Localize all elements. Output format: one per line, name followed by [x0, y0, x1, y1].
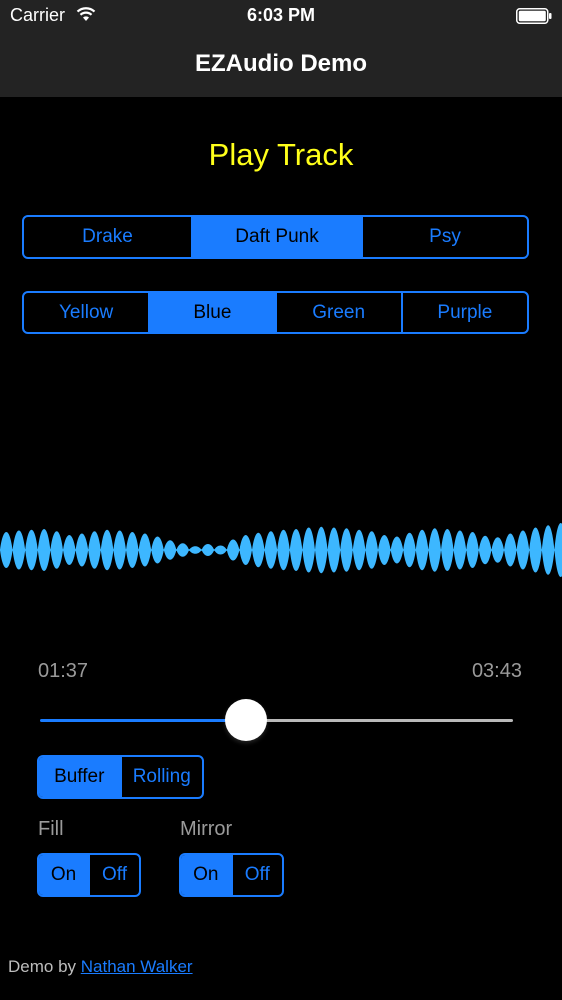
playback-position-slider[interactable] — [40, 698, 513, 742]
fill-option-off[interactable]: Off — [88, 855, 139, 895]
fill-label: Fill — [38, 818, 64, 840]
fill-option-on[interactable]: On — [39, 855, 88, 895]
segment-psy[interactable]: Psy — [361, 217, 527, 257]
slider-track-remaining — [245, 719, 513, 722]
status-bar: Carrier 6:03 PM — [0, 0, 562, 32]
credits: Demo by Nathan Walker — [8, 957, 193, 977]
author-link[interactable]: Nathan Walker — [81, 957, 193, 976]
slider-track-filled — [40, 719, 246, 722]
credits-prefix: Demo by — [8, 957, 81, 976]
segment-buffer[interactable]: Buffer — [39, 757, 120, 797]
segment-yellow[interactable]: Yellow — [24, 293, 148, 332]
battery-icon — [516, 8, 552, 24]
segment-drake[interactable]: Drake — [24, 217, 191, 257]
clock: 6:03 PM — [246, 5, 316, 25]
play-track-button[interactable]: Play Track — [0, 137, 562, 173]
segment-green[interactable]: Green — [274, 293, 401, 332]
segment-daft-punk[interactable]: Daft Punk — [191, 217, 361, 257]
slider-thumb[interactable] — [224, 699, 267, 741]
segment-rolling[interactable]: Rolling — [119, 757, 203, 797]
current-time: 01:37 — [38, 660, 89, 682]
segment-purple[interactable]: Purple — [400, 293, 527, 332]
total-time: 03:43 — [471, 660, 522, 682]
segment-blue[interactable]: Blue — [148, 293, 275, 332]
color-selector: Yellow Blue Green Purple — [22, 291, 529, 334]
mirror-toggle: On Off — [179, 853, 284, 897]
plot-type-selector: Buffer Rolling — [37, 755, 204, 799]
page-title: EZAudio Demo — [195, 50, 367, 77]
fill-toggle: On Off — [37, 853, 141, 897]
track-selector: Drake Daft Punk Psy — [22, 215, 529, 259]
mirror-label: Mirror — [180, 818, 233, 840]
mirror-option-on[interactable]: On — [181, 855, 231, 895]
audio-waveform-plot — [0, 523, 562, 577]
mirror-option-off[interactable]: Off — [230, 855, 283, 895]
navigation-bar: EZAudio Demo — [0, 32, 562, 97]
